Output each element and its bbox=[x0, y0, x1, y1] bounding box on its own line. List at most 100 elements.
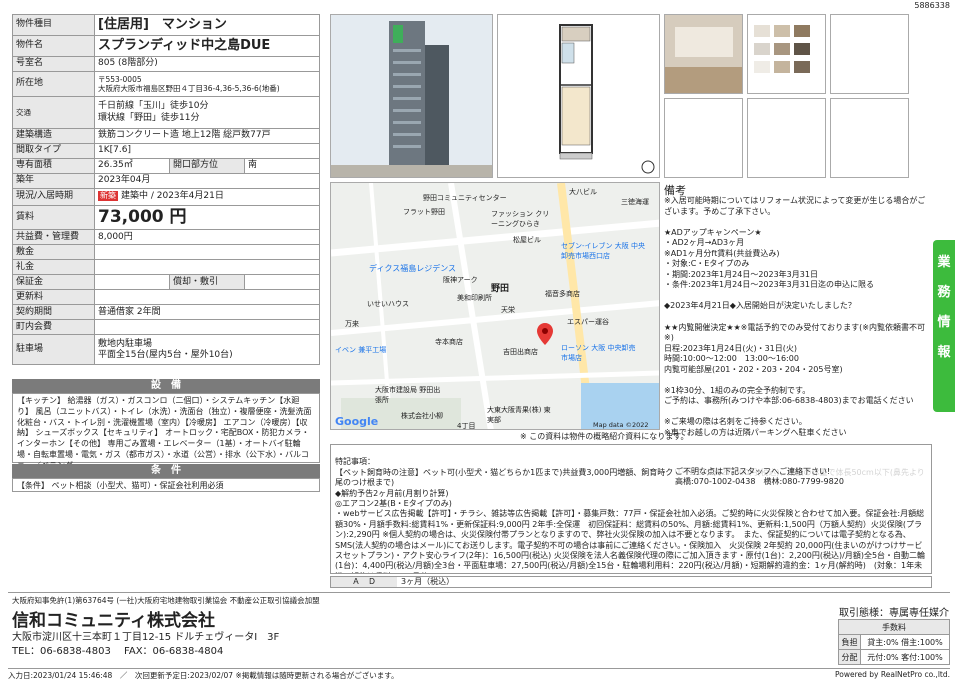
remarks-text: ※入居可能時期についてはリフォーム状況によって変更が生じる場合がございます。予め… bbox=[664, 196, 926, 438]
ad-value: 3ヶ月（税込） bbox=[401, 577, 455, 586]
distribution-label: 分配 bbox=[838, 649, 861, 665]
label-renewal: 更新料 bbox=[12, 289, 95, 306]
new-badge: 新築 bbox=[98, 191, 118, 202]
value-guarantee bbox=[94, 274, 170, 291]
license-info: 大阪府知事免許(1)第63764号 (一社)大阪府宅地建物取引業協会 不動産公正… bbox=[12, 596, 320, 605]
value-structure: 鉄筋コンクリート造 地上12階 総戸数77戸 bbox=[94, 128, 320, 144]
label-structure: 建築構造 bbox=[12, 128, 95, 144]
value-contract: 普通借家 2年間 bbox=[94, 304, 320, 321]
interior-photo bbox=[664, 14, 743, 94]
map-label: 美和印刷所 bbox=[457, 294, 492, 302]
map-label: セブン-イレブン 大阪 中央卸売市場西口店 bbox=[561, 242, 645, 260]
label-rent: 賃料 bbox=[12, 204, 95, 231]
burden-label: 負担 bbox=[838, 634, 861, 650]
value-window: 南 bbox=[244, 158, 320, 174]
value-renewal bbox=[94, 289, 320, 306]
tab-char: 務 bbox=[937, 285, 951, 300]
label-assoc-fee: 町内会費 bbox=[12, 319, 95, 336]
map-label: 松屋ビル bbox=[513, 236, 541, 244]
company-phone: TEL：06-6838-4803 FAX：06-6838-4804 bbox=[12, 646, 224, 657]
label-guarantee: 保証金 bbox=[12, 274, 95, 291]
map-label: 野田 bbox=[491, 284, 510, 294]
equipment-text: 【キッチン】 給湯器（ガス）・ガスコンロ（二個口）・システムキッチン【水廻り】 … bbox=[12, 393, 320, 470]
map-label: 天栄 bbox=[501, 306, 515, 314]
company-address: 大阪市淀川区十三本町１丁目12-15 ドルチェヴィータⅠ 3F bbox=[12, 632, 280, 643]
equipment-heading: 設 備 bbox=[12, 379, 320, 393]
value-assoc-fee bbox=[94, 319, 320, 336]
photo-placeholder-1 bbox=[830, 14, 909, 94]
value-rent: 73,000 円 bbox=[94, 204, 320, 231]
map-label: 阪神アーク bbox=[443, 276, 478, 284]
map-label: 大八ビル bbox=[569, 188, 597, 196]
value-parking-1: 敷地内駐車場 bbox=[98, 338, 153, 349]
label-type: 物件種目 bbox=[12, 14, 95, 36]
value-area: 26.35㎡ bbox=[94, 158, 170, 174]
map-label: 4丁目 bbox=[457, 422, 476, 430]
property-spec-table: 物件種目 [住居用] マンション 物件名 スプランディッド中之島DUE 号室名 805… bbox=[12, 14, 320, 366]
contact-overlay: ご不明な点は下記スタッフへご連絡下さい! 高橋:070-1002-0438 横林… bbox=[675, 467, 925, 488]
label-area: 専有面積 bbox=[12, 158, 95, 174]
footer: 入力日:2023/01/24 15:46:48 ／ 次回更新予定日:2023/0… bbox=[8, 668, 950, 680]
label-status: 現況/入居時期 bbox=[12, 188, 95, 206]
location-pin-icon bbox=[537, 323, 553, 345]
map-label: 万来 bbox=[345, 320, 359, 328]
conditions-text: 【条件】 ペット相談（小型犬、猫可）・保証会社利用必須 bbox=[12, 478, 320, 492]
tab-char: 業 bbox=[937, 255, 951, 270]
area-map[interactable]: 野田コミュニティセンター 大八ビル 三徳海運 フラット野田 ファッション クリー… bbox=[330, 182, 660, 430]
map-label: 大東大阪青果(株) 東実部 bbox=[487, 406, 551, 424]
photo-placeholder-2 bbox=[664, 98, 743, 178]
ad-row: Ａ Ｄ 3ヶ月（税込） bbox=[330, 576, 932, 588]
distribution-value: 元付:0% 客付:100% bbox=[860, 649, 950, 665]
special-notes: 特記事項： 【ペット飼育時の注意】ペット可(小型犬・猫どちらか1匹まで)共益費3… bbox=[330, 444, 932, 574]
business-info-tab[interactable]: 業 務 情 報 bbox=[933, 240, 955, 412]
photo-placeholder-3 bbox=[747, 98, 826, 178]
map-note: ※ この資料は物件の概略紹介資料になります。 bbox=[520, 432, 689, 441]
tab-char: 情 bbox=[937, 315, 951, 330]
value-status: 建築中 / 2023年4月21日 bbox=[121, 191, 224, 202]
map-label: 寺本商店 bbox=[435, 338, 463, 346]
footer-dates: 入力日:2023/01/24 15:46:48 ／ 次回更新予定日:2023/0… bbox=[8, 671, 399, 680]
label-window: 開口部方位 bbox=[169, 158, 245, 174]
floor-plan bbox=[497, 14, 660, 178]
label-contract: 契約期間 bbox=[12, 304, 95, 321]
value-postal: 〒553-0005 bbox=[98, 74, 142, 84]
map-label: 三徳海運 bbox=[621, 198, 649, 206]
value-type: [住居用] マンション bbox=[94, 14, 320, 36]
label-deposit: 敷金 bbox=[12, 244, 95, 261]
label-amortization: 償却・敷引 bbox=[169, 274, 245, 291]
map-copyright: Map data ©2022 bbox=[593, 421, 649, 429]
value-address: 大阪府大阪市福島区野田４丁目36-4,36-5,36-6(地番) bbox=[98, 84, 280, 93]
document-id: 5886338 bbox=[914, 1, 950, 10]
map-label: 野田コミュニティセンター bbox=[423, 194, 507, 202]
label-parking: 駐車場 bbox=[12, 334, 95, 366]
tab-char: 報 bbox=[937, 345, 951, 360]
map-label: いせいハウス bbox=[367, 300, 409, 308]
value-transport-2: 環状線「野田」徒歩11分 bbox=[98, 112, 200, 123]
map-label: イベン 兼平工場 bbox=[335, 346, 387, 354]
label-layout: 間取タイプ bbox=[12, 143, 95, 159]
value-name: スプランディッド中之島DUE bbox=[94, 35, 320, 57]
fee-heading: 手数料 bbox=[838, 619, 950, 635]
building-photo bbox=[330, 14, 493, 178]
value-amortization bbox=[244, 274, 320, 291]
transaction-type-box: 取引態様：専属専任媒介 手数料 負担 貸主:0% 借主:100% 分配 元付:0% … bbox=[838, 604, 950, 665]
ad-label: Ａ Ｄ bbox=[331, 577, 397, 587]
value-deposit bbox=[94, 244, 320, 261]
conditions-heading: 条 件 bbox=[12, 464, 320, 478]
value-layout: 1K[7.6] bbox=[94, 143, 320, 159]
value-key-money bbox=[94, 259, 320, 276]
label-transport: 交通 bbox=[12, 96, 95, 129]
map-label: エスパー運谷 bbox=[567, 318, 609, 326]
value-room: 805 (8階部分) bbox=[94, 56, 320, 72]
label-location: 所在地 bbox=[12, 71, 95, 97]
label-built: 築年 bbox=[12, 173, 95, 189]
footer-powered: Powered by RealNetPro co.,ltd. bbox=[835, 670, 950, 679]
google-logo: Google bbox=[335, 415, 379, 428]
map-label: フラット野田 bbox=[403, 208, 445, 216]
burden-value: 貸主:0% 借主:100% bbox=[860, 634, 950, 650]
map-label: 株式会社小柳 bbox=[401, 412, 443, 420]
label-fee: 共益費・管理費 bbox=[12, 229, 95, 246]
value-transport-1: 千日前線「玉川」徒歩10分 bbox=[98, 101, 209, 112]
map-label: 福音多商店 bbox=[545, 290, 580, 298]
label-key-money: 礼金 bbox=[12, 259, 95, 276]
